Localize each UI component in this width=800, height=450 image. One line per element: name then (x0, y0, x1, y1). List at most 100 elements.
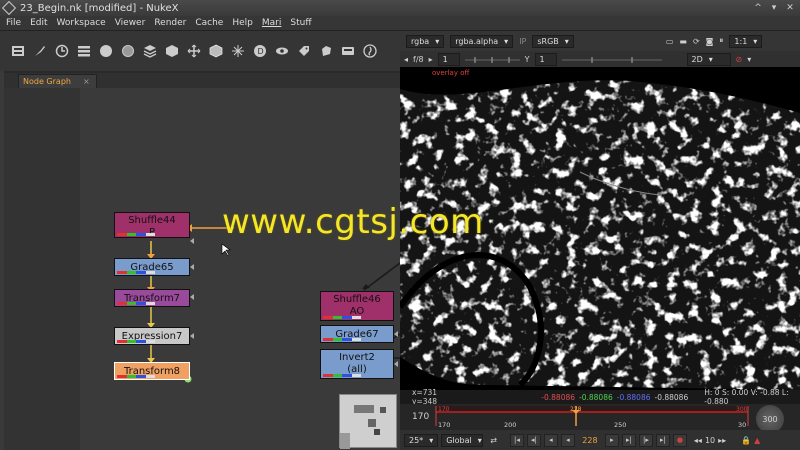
minimize-window-button[interactable]: ▾ (768, 2, 780, 14)
chevron-down-icon: ▾ (435, 36, 440, 46)
step-back-button[interactable]: ◂ (543, 433, 558, 447)
node-graph-minimap[interactable] (339, 394, 397, 449)
node-shuffle44-label: Shuffle44 (128, 215, 176, 226)
last-frame-button[interactable]: ▸| (655, 433, 670, 447)
play-forward-button[interactable]: ▸ (604, 433, 619, 447)
close-window-button[interactable]: ✕ (784, 2, 796, 14)
menu-cache[interactable]: Cache (195, 18, 223, 28)
pixel-a: -0.88086 (654, 392, 689, 402)
furnace-icon[interactable] (362, 43, 378, 59)
channel-icon[interactable] (76, 43, 92, 59)
node-shuffle46[interactable]: Shuffle46 AO (320, 291, 394, 321)
gamma-slider[interactable] (561, 54, 662, 64)
timeline-current-mark: 228 (570, 406, 582, 413)
menu-mari[interactable]: Mari (262, 18, 281, 28)
current-frame-field[interactable]: 228 (578, 436, 602, 445)
timeline-in-mark: 170 (438, 406, 450, 413)
close-tab-icon[interactable]: × (83, 77, 90, 86)
ip-toggle[interactable]: IP (519, 37, 526, 46)
pause-icon[interactable]: ⏸ (719, 36, 723, 46)
playback-controls: 25* ▾ Global ▾ ⇄ |◂ ◂| ◂ ◂ 228 ▸ ▸| |▸ ▸| … (400, 430, 800, 450)
view-mode-dropdown[interactable]: 2D ▾ (686, 52, 731, 66)
timeline-tick-170: 170 (438, 421, 451, 429)
prev-keyframe-button[interactable]: ◂| (526, 433, 541, 447)
menu-workspace[interactable]: Workspace (57, 18, 106, 28)
scope-value: Global (446, 435, 472, 445)
fps-dropdown[interactable]: 25* ▾ (404, 433, 439, 447)
first-frame-button[interactable]: |◂ (509, 433, 524, 447)
gain-slider[interactable] (464, 54, 520, 64)
menu-stuff[interactable]: Stuff (290, 18, 311, 28)
roi-icon[interactable]: ▭ (666, 37, 674, 46)
timeline[interactable]: 170 170 228 300 170 200 250 30 300 (400, 404, 800, 433)
timeline-end-mark: 300 (736, 406, 748, 413)
channels-dropdown[interactable]: rgba ▾ (406, 34, 445, 48)
stop-button[interactable]: ● (672, 433, 687, 447)
sync-icon[interactable]: ⇄ (490, 436, 497, 445)
image-icon[interactable] (10, 43, 26, 59)
particles-icon[interactable] (230, 43, 246, 59)
other-icon[interactable] (340, 43, 356, 59)
metadata-icon[interactable] (296, 43, 312, 59)
menu-render[interactable]: Render (154, 18, 186, 28)
node-invert2[interactable]: Invert2 (all) (320, 349, 394, 379)
skip-forward-icon[interactable]: ▸▸ (718, 436, 726, 445)
viewer-gain-bar: ◂ f/8 ▸ 1 Y 1 2D ▾ ⊘ ▾ (400, 51, 800, 67)
node-graph-tabbar: Node Graph × (4, 73, 400, 88)
menu-edit[interactable]: Edit (30, 18, 47, 28)
proxy-icon[interactable]: ◙ (706, 37, 714, 46)
timeline-tick-250: 250 (614, 421, 627, 429)
display-icon[interactable]: ▬ (679, 37, 687, 46)
zoom-dropdown[interactable]: 1:1 ▾ (729, 34, 763, 48)
chevron-right-icon[interactable]: ▸ (429, 55, 433, 64)
node-grade67[interactable]: Grade67 (320, 325, 394, 343)
transform-icon[interactable] (186, 43, 202, 59)
node-channel-bar (117, 233, 155, 236)
keyer-icon[interactable] (142, 43, 158, 59)
timeline-end-knob[interactable]: 300 (756, 405, 784, 433)
alpha-channel-dropdown[interactable]: rgba.alpha ▾ (450, 34, 514, 48)
lock-icon[interactable]: 🔒 (741, 436, 751, 445)
viewer-lut-dropdown[interactable]: sRGB ▾ (532, 34, 574, 48)
viewer-toolbar: rgba ▾ rgba.alpha ▾ IP sRGB ▾ ▭ ▬ ⟳ ◙ ⏸ 1:1… (400, 31, 800, 51)
no-cache-icon[interactable]: ⊘ (736, 55, 743, 64)
viewer-options-icon[interactable]: ▾ (747, 55, 751, 64)
next-keyframe-button[interactable]: |▸ (638, 433, 653, 447)
deep-icon[interactable]: D (252, 43, 268, 59)
collapse-window-button[interactable]: ^ (752, 2, 764, 14)
chevron-left-icon[interactable]: ◂ (404, 55, 408, 64)
color-icon[interactable] (98, 43, 114, 59)
refresh-icon[interactable]: ⟳ (693, 37, 700, 46)
clock-icon[interactable] (54, 43, 70, 59)
step-forward-button[interactable]: ▸| (621, 433, 636, 447)
pixel-b: -0.88086 (616, 392, 651, 402)
node-grade65[interactable]: Grade65 (114, 258, 190, 276)
window-title: 23_Begin.nk [modified] - NukeX (20, 2, 179, 14)
menu-help[interactable]: Help (232, 18, 253, 28)
scope-dropdown[interactable]: Global ▾ (441, 433, 484, 447)
node-transform7[interactable]: Transform7 (114, 289, 190, 307)
node-transform8[interactable]: Transform8 (114, 362, 190, 380)
chevron-down-icon: ▾ (564, 36, 569, 46)
node-channel-bar (323, 374, 361, 377)
skip-increment[interactable]: 10 (705, 436, 715, 445)
gamma-field[interactable]: 1 (534, 52, 557, 66)
tab-node-graph[interactable]: Node Graph × (18, 74, 97, 88)
gain-field[interactable]: 1 (437, 52, 460, 66)
filter-icon[interactable] (120, 43, 136, 59)
views-icon[interactable] (274, 43, 290, 59)
play-backward-button[interactable]: ◂ (560, 433, 575, 447)
node-expression7[interactable]: Expression7 (114, 327, 190, 345)
watermark-text: www.cgtsj.com (222, 202, 484, 242)
menu-bar: File Edit Workspace Viewer Render Cache … (0, 16, 800, 31)
menu-file[interactable]: File (6, 18, 21, 28)
node-shuffle44[interactable]: Shuffle44 P (114, 212, 190, 238)
brush-icon[interactable] (32, 43, 48, 59)
toolsets-icon[interactable] (318, 43, 334, 59)
node-toolbar: D (0, 31, 400, 71)
merge-icon[interactable] (164, 43, 180, 59)
menu-viewer[interactable]: Viewer (115, 18, 146, 28)
chevron-down-icon: ▾ (477, 435, 482, 445)
3d-icon[interactable] (208, 43, 224, 59)
skip-back-icon[interactable]: ◂◂ (694, 436, 702, 445)
